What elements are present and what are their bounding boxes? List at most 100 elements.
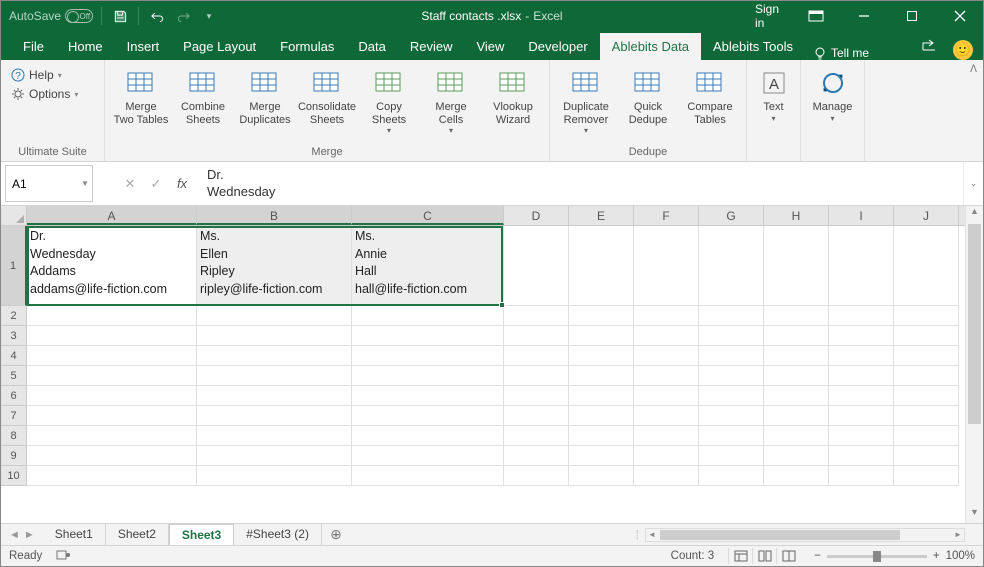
cell-H6[interactable] bbox=[764, 386, 829, 406]
tab-home[interactable]: Home bbox=[56, 33, 115, 60]
cell-H2[interactable] bbox=[764, 306, 829, 326]
macro-record-icon[interactable] bbox=[56, 549, 70, 564]
cell-H9[interactable] bbox=[764, 446, 829, 466]
cell-A9[interactable] bbox=[27, 446, 197, 466]
col-header-F[interactable]: F bbox=[634, 206, 699, 225]
cell-E9[interactable] bbox=[569, 446, 634, 466]
autosave-toggle[interactable]: AutoSave Off bbox=[9, 9, 93, 23]
row-header-4[interactable]: 4 bbox=[1, 346, 27, 366]
cell-E10[interactable] bbox=[569, 466, 634, 486]
save-icon[interactable] bbox=[110, 6, 130, 26]
cell-F10[interactable] bbox=[634, 466, 699, 486]
scroll-down-icon[interactable]: ▼ bbox=[966, 507, 983, 523]
cell-C1[interactable]: Ms. Annie Hall hall@life-fiction.com bbox=[352, 226, 504, 306]
undo-icon[interactable] bbox=[147, 6, 167, 26]
merge-btn-5[interactable]: MergeCells▾ bbox=[421, 64, 481, 135]
cell-C3[interactable] bbox=[352, 326, 504, 346]
col-header-H[interactable]: H bbox=[764, 206, 829, 225]
col-header-C[interactable]: C bbox=[352, 206, 504, 225]
cell-A5[interactable] bbox=[27, 366, 197, 386]
name-box[interactable]: A1▼ bbox=[5, 165, 93, 202]
sign-in-button[interactable]: Sign in bbox=[745, 1, 791, 31]
dedupe-btn-0[interactable]: DuplicateRemover▾ bbox=[556, 64, 616, 135]
cell-B3[interactable] bbox=[197, 326, 352, 346]
cell-F1[interactable] bbox=[634, 226, 699, 306]
cell-D10[interactable] bbox=[504, 466, 569, 486]
cell-I3[interactable] bbox=[829, 326, 894, 346]
expand-formula-bar-icon[interactable]: ⌄ bbox=[963, 162, 983, 205]
cell-A6[interactable] bbox=[27, 386, 197, 406]
cell-B4[interactable] bbox=[197, 346, 352, 366]
cell-G8[interactable] bbox=[699, 426, 764, 446]
tab-ablebits-data[interactable]: Ablebits Data bbox=[600, 33, 701, 60]
tab-review[interactable]: Review bbox=[398, 33, 465, 60]
cell-I7[interactable] bbox=[829, 406, 894, 426]
insert-function-icon[interactable]: fx bbox=[169, 172, 195, 196]
cell-I5[interactable] bbox=[829, 366, 894, 386]
ribbon-display-options-icon[interactable] bbox=[793, 1, 839, 31]
tab-file[interactable]: File bbox=[11, 33, 56, 60]
cell-E1[interactable] bbox=[569, 226, 634, 306]
cell-H10[interactable] bbox=[764, 466, 829, 486]
enter-formula-icon[interactable]: ✓ bbox=[143, 172, 169, 196]
merge-btn-4[interactable]: CopySheets▾ bbox=[359, 64, 419, 135]
cell-F4[interactable] bbox=[634, 346, 699, 366]
tab-formulas[interactable]: Formulas bbox=[268, 33, 346, 60]
row-header-3[interactable]: 3 bbox=[1, 326, 27, 346]
tell-me-button[interactable]: Tell me bbox=[805, 46, 877, 60]
cell-F6[interactable] bbox=[634, 386, 699, 406]
page-break-view-icon[interactable] bbox=[776, 548, 800, 564]
cell-I4[interactable] bbox=[829, 346, 894, 366]
zoom-out-button[interactable]: − bbox=[814, 550, 821, 562]
cell-B6[interactable] bbox=[197, 386, 352, 406]
select-all-corner[interactable] bbox=[1, 206, 27, 225]
cell-G4[interactable] bbox=[699, 346, 764, 366]
cell-I1[interactable] bbox=[829, 226, 894, 306]
cell-A2[interactable] bbox=[27, 306, 197, 326]
col-header-E[interactable]: E bbox=[569, 206, 634, 225]
collapse-ribbon-icon[interactable]: ᐱ bbox=[970, 64, 977, 75]
cell-C10[interactable] bbox=[352, 466, 504, 486]
cell-B9[interactable] bbox=[197, 446, 352, 466]
cell-G6[interactable] bbox=[699, 386, 764, 406]
cell-B10[interactable] bbox=[197, 466, 352, 486]
cell-H3[interactable] bbox=[764, 326, 829, 346]
cell-H4[interactable] bbox=[764, 346, 829, 366]
cell-G2[interactable] bbox=[699, 306, 764, 326]
manage-button[interactable]: Manage ▾ bbox=[807, 64, 858, 123]
cell-I9[interactable] bbox=[829, 446, 894, 466]
cell-G7[interactable] bbox=[699, 406, 764, 426]
chevron-down-icon[interactable]: ▼ bbox=[81, 179, 89, 188]
cell-B2[interactable] bbox=[197, 306, 352, 326]
horizontal-scrollbar[interactable]: ◄ ► bbox=[645, 528, 965, 542]
scroll-left-icon[interactable]: ◄ bbox=[646, 529, 658, 541]
normal-view-icon[interactable] bbox=[728, 548, 752, 564]
dedupe-btn-2[interactable]: CompareTables bbox=[680, 64, 740, 126]
merge-btn-1[interactable]: CombineSheets bbox=[173, 64, 233, 126]
cell-D1[interactable] bbox=[504, 226, 569, 306]
cell-C4[interactable] bbox=[352, 346, 504, 366]
cell-A10[interactable] bbox=[27, 466, 197, 486]
tab-insert[interactable]: Insert bbox=[115, 33, 172, 60]
cell-E2[interactable] bbox=[569, 306, 634, 326]
cell-E7[interactable] bbox=[569, 406, 634, 426]
row-header-1[interactable]: 1 bbox=[1, 226, 27, 306]
cell-D9[interactable] bbox=[504, 446, 569, 466]
cell-E6[interactable] bbox=[569, 386, 634, 406]
cell-C6[interactable] bbox=[352, 386, 504, 406]
tab-data[interactable]: Data bbox=[346, 33, 397, 60]
cell-J6[interactable] bbox=[894, 386, 959, 406]
scroll-right-icon[interactable]: ► bbox=[952, 529, 964, 541]
sheet-nav-prev-icon[interactable]: ◄ bbox=[9, 529, 20, 541]
tab-ablebits-tools[interactable]: Ablebits Tools bbox=[701, 33, 805, 60]
row-header-2[interactable]: 2 bbox=[1, 306, 27, 326]
sheet-tab-#Sheet3 (2)[interactable]: #Sheet3 (2) bbox=[234, 524, 322, 546]
cell-D4[interactable] bbox=[504, 346, 569, 366]
spreadsheet-grid[interactable]: ABCDEFGHIJ 1Dr. Wednesday Addams addams@… bbox=[1, 206, 983, 523]
cell-A1[interactable]: Dr. Wednesday Addams addams@life-fiction… bbox=[27, 226, 197, 306]
cell-E4[interactable] bbox=[569, 346, 634, 366]
cell-D2[interactable] bbox=[504, 306, 569, 326]
cell-C7[interactable] bbox=[352, 406, 504, 426]
scroll-up-icon[interactable]: ▲ bbox=[966, 206, 983, 222]
col-header-A[interactable]: A bbox=[27, 206, 197, 225]
